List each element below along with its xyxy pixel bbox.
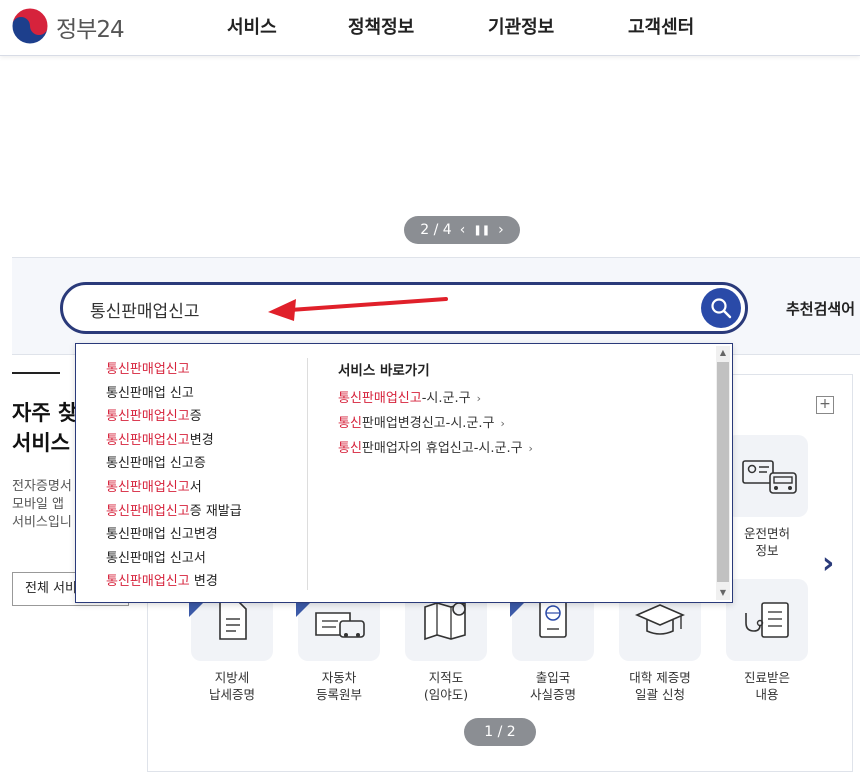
nav-services[interactable]: 서비스	[227, 13, 277, 39]
scroll-down-icon[interactable]: ▼	[716, 586, 730, 600]
chevron-right-icon: ›	[500, 417, 505, 430]
nav-agency-info[interactable]: 기관정보	[488, 13, 554, 39]
annotation-arrow-icon	[268, 297, 448, 321]
service-tile-medical-records[interactable]	[726, 579, 808, 661]
service-label-cadastral-map[interactable]: 지적도 (임야도)	[391, 669, 501, 703]
service-pager: 1 / 2	[464, 718, 536, 746]
suggestion-item[interactable]: 통신판매업신고변경	[106, 429, 306, 453]
suggestion-highlight: 통신판매업신고	[106, 574, 190, 590]
suggestion-text: 통신판매업 신고변경	[106, 527, 218, 543]
plus-icon[interactable]: +	[816, 396, 834, 414]
service-label-university-certificate[interactable]: 대학 제증명 일괄 신청	[605, 669, 715, 703]
suggestion-text: 통신판매업 신고증	[106, 456, 206, 472]
suggestion-item[interactable]: 통신판매업 신고	[106, 382, 306, 406]
banner-pager: 2 / 4 ‹ ❚❚ ›	[404, 216, 520, 244]
service-label-vehicle-registry[interactable]: 자동차 등록원부	[284, 669, 394, 703]
suggestion-item[interactable]: 통신판매업신고	[106, 358, 306, 382]
service-label-line2: 납세증명	[208, 687, 255, 702]
service-label-line1: 자동차	[321, 670, 357, 685]
service-label-line1: 지적도	[428, 670, 464, 685]
search-button[interactable]	[701, 288, 741, 328]
faq-section-description: 전자증명서 모바일 앱 서비스입니	[12, 478, 82, 532]
service-label-immigration[interactable]: 출입국 사실증명	[498, 669, 608, 703]
service-shortcut-item[interactable]: 통신판매업변경신고-시.군.구 ›	[338, 411, 533, 436]
suggestion-list: 통신판매업신고 통신판매업 신고 통신판매업신고증 통신판매업신고변경 통신판매업 신고…	[106, 358, 306, 594]
service-label-line1: 대학 제증명	[629, 670, 691, 685]
dropdown-scrollbar[interactable]: ▲ ▼	[716, 346, 730, 600]
medical-checklist-icon	[745, 602, 789, 638]
government-logo-icon[interactable]	[10, 6, 50, 46]
suggestion-text: 통신판매업 신고서	[106, 550, 206, 566]
scroll-thumb[interactable]	[717, 362, 729, 582]
faq-desc-line2: 모바일 앱	[12, 497, 64, 512]
shortcut-highlight: 통신	[338, 416, 362, 431]
service-label-line2: 내용	[755, 687, 779, 702]
suggestion-item[interactable]: 통신판매업 신고서	[106, 547, 306, 571]
driver-license-icon	[742, 460, 797, 494]
nav-policy-info[interactable]: 정책정보	[348, 13, 414, 39]
recommended-keywords-label: 추천검색어	[786, 300, 856, 318]
service-label-line2: (임야도)	[423, 687, 469, 702]
suggestion-item[interactable]: 통신판매업 신고변경	[106, 523, 306, 547]
service-shortcut-title: 서비스 바로가기	[338, 363, 430, 379]
nav-customer-center[interactable]: 고객센터	[628, 13, 694, 39]
shortcut-text: 판매업변경신고-시.군.구	[361, 416, 495, 431]
service-label-line2: 일괄 신청	[635, 687, 685, 702]
site-logo-text[interactable]: 정부24	[56, 10, 125, 44]
service-shortcut-list: 통신판매업신고-시.군.구 › 통신판매업변경신고-시.군.구 › 통신판매업자의 휴업…	[338, 386, 533, 461]
suggestion-text: 서	[189, 479, 202, 495]
shortcut-text: 판매업자의 휴업신고-시.군.구	[361, 441, 523, 456]
service-label-line2: 사실증명	[529, 687, 576, 702]
suggestion-highlight: 통신판매업신고	[106, 432, 190, 448]
dropdown-divider	[307, 358, 308, 590]
faq-desc-line3: 서비스입니	[12, 515, 72, 530]
service-label-line1: 진료받은	[743, 670, 790, 685]
suggestion-text: 증	[189, 409, 202, 425]
site-header: 정부24 서비스 정책정보 기관정보 고객센터	[0, 0, 860, 56]
search-icon	[711, 298, 732, 319]
suggestion-item[interactable]: 통신판매업신고증 재발급	[106, 500, 306, 524]
chevron-right-icon[interactable]: ›	[822, 546, 834, 581]
suggestion-highlight: 통신판매업신고	[106, 479, 190, 495]
chevron-right-icon: ›	[476, 392, 481, 405]
suggestion-highlight: 통신판매업신고	[106, 503, 190, 519]
suggestion-item[interactable]: 통신판매업신고증	[106, 405, 306, 429]
chevron-left-icon[interactable]: ‹	[460, 222, 466, 238]
suggestion-text: 변경	[189, 432, 214, 448]
shortcut-text: -시.군.구	[421, 391, 471, 406]
section-rule	[12, 372, 60, 374]
service-label-line1: 출입국	[535, 670, 571, 685]
scroll-up-icon[interactable]: ▲	[716, 346, 730, 360]
chevron-right-icon: ›	[528, 442, 533, 455]
banner-pager-count: 2 / 4	[420, 222, 452, 238]
suggestion-highlight: 통신판매업신고	[106, 362, 190, 377]
suggestion-highlight: 통신판매업신고	[106, 409, 190, 425]
autocomplete-dropdown: 통신판매업신고 통신판매업 신고 통신판매업신고증 통신판매업신고변경 통신판매업 신고…	[75, 343, 733, 603]
suggestion-text: 변경	[189, 574, 218, 590]
faq-desc-line1: 전자증명서	[12, 479, 72, 494]
suggestion-item[interactable]: 통신판매업신고서	[106, 476, 306, 500]
pause-icon[interactable]: ❚❚	[473, 225, 490, 236]
chevron-right-icon[interactable]: ›	[498, 222, 504, 238]
suggestion-text: 증 재발급	[189, 503, 242, 519]
service-shortcut-item[interactable]: 통신판매업신고-시.군.구 ›	[338, 386, 533, 411]
service-label-medical-records[interactable]: 진료받은 내용	[712, 669, 822, 703]
suggestion-text: 통신판매업 신고	[106, 385, 194, 401]
suggestion-item[interactable]: 통신판매업신고 변경	[106, 570, 306, 594]
service-shortcut-item[interactable]: 통신판매업자의 휴업신고-시.군.구 ›	[338, 436, 533, 461]
service-label-local-tax[interactable]: 지방세 납세증명	[177, 669, 287, 703]
service-label-line1: 지방세	[214, 670, 250, 685]
shortcut-highlight: 통신	[338, 441, 362, 456]
service-tile-driver-license[interactable]	[726, 435, 808, 517]
suggestion-item[interactable]: 통신판매업 신고증	[106, 452, 306, 476]
shortcut-highlight: 통신판매업신고	[338, 391, 422, 406]
service-label-line2: 등록원부	[315, 687, 362, 702]
